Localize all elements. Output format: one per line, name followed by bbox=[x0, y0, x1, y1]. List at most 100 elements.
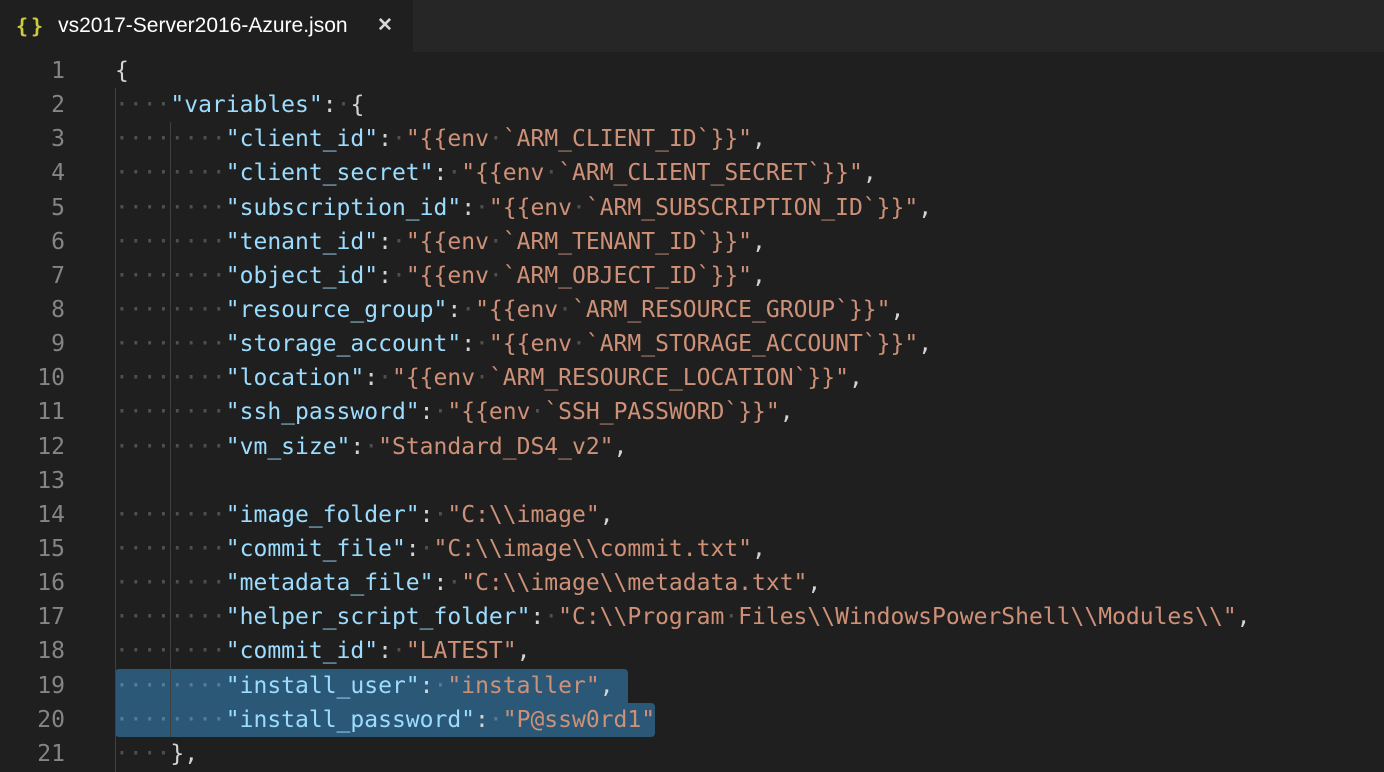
line-number[interactable]: 19 bbox=[0, 669, 65, 703]
whitespace-dots: · bbox=[544, 604, 558, 630]
whitespace-dots: · bbox=[447, 160, 461, 186]
editor[interactable]: 1{2····"variables":·{3········"client_id… bbox=[0, 52, 1384, 772]
json-file-icon: {} bbox=[16, 14, 46, 38]
code-line-text: ········"install_password":·"P@ssw0rd1" bbox=[115, 703, 655, 737]
code-line[interactable]: 17········"helper_script_folder":·"C:\\P… bbox=[0, 600, 1384, 634]
code-line[interactable]: 13 bbox=[0, 464, 1384, 498]
whitespace-dots: · bbox=[530, 399, 544, 425]
line-number[interactable]: 6 bbox=[0, 225, 65, 259]
code-line-text: ········"storage_account":·"{{env·`ARM_S… bbox=[115, 327, 932, 361]
code-line-text: ········"vm_size":·"Standard_DS4_v2", bbox=[115, 430, 627, 464]
line-number[interactable]: 17 bbox=[0, 600, 65, 634]
whitespace-dots: · bbox=[434, 399, 448, 425]
line-number[interactable]: 1 bbox=[0, 54, 65, 88]
code-line-text: ········"install_user":·"installer", bbox=[115, 669, 628, 703]
tab-bar: {} vs2017-Server2016-Azure.json ✕ bbox=[0, 0, 1384, 52]
whitespace-dots: · bbox=[475, 195, 489, 221]
tab-filename: vs2017-Server2016-Azure.json bbox=[58, 14, 365, 38]
line-number[interactable]: 9 bbox=[0, 327, 65, 361]
whitespace-dots: ···· bbox=[115, 92, 170, 118]
line-number[interactable]: 18 bbox=[0, 634, 65, 668]
line-number[interactable]: 14 bbox=[0, 498, 65, 532]
line-number[interactable]: 7 bbox=[0, 259, 65, 293]
code-line[interactable]: 3········"client_id":·"{{env·`ARM_CLIENT… bbox=[0, 122, 1384, 156]
line-number[interactable]: 10 bbox=[0, 361, 65, 395]
code-line-text: ········"client_secret":·"{{env·`ARM_CLI… bbox=[115, 156, 877, 190]
code-line[interactable]: 15 ········"commit_file":·"C:\\image\\com… bbox=[0, 532, 1384, 566]
indent-guide-level-2 bbox=[170, 122, 171, 737]
line-number[interactable]: 4 bbox=[0, 156, 65, 190]
line-number[interactable]: 8 bbox=[0, 293, 65, 327]
code-line[interactable]: 8 ········"resource_group":·"{{env·`ARM_R… bbox=[0, 293, 1384, 327]
code-line[interactable]: 18 ········"commit_id":·"LATEST", bbox=[0, 634, 1384, 668]
line-number[interactable]: 11 bbox=[0, 395, 65, 429]
code-line[interactable]: 16 ········"metadata_file":·"C:\\image\\m… bbox=[0, 566, 1384, 600]
whitespace-dots: · bbox=[572, 195, 586, 221]
code-line-text: ········"location":·"{{env·`ARM_RESOURCE… bbox=[115, 361, 863, 395]
code-line[interactable]: 11········"ssh_password":·"{{env·`SSH_PA… bbox=[0, 395, 1384, 429]
code-line-text: ········"resource_group":·"{{env·`ARM_RE… bbox=[115, 293, 904, 327]
line-number[interactable]: 13 bbox=[0, 464, 65, 498]
code-line[interactable]: 5········"subscription_id":·"{{env·`ARM_… bbox=[0, 191, 1384, 225]
line-number[interactable]: 20 bbox=[0, 703, 65, 737]
code-line[interactable]: 14 ········"image_folder":·"C:\\image", bbox=[0, 498, 1384, 532]
code-line[interactable]: 12 ········"vm_size":·"Standard_DS4_v2", bbox=[0, 430, 1384, 464]
whitespace-dots: · bbox=[392, 126, 406, 152]
whitespace-dots: · bbox=[392, 229, 406, 255]
line-number[interactable]: 12 bbox=[0, 430, 65, 464]
code-line[interactable]: 9········"storage_account":·"{{env·`ARM_… bbox=[0, 327, 1384, 361]
code-line[interactable]: 4········"client_secret":·"{{env·`ARM_CL… bbox=[0, 156, 1384, 190]
whitespace-dots: · bbox=[378, 365, 392, 391]
code-line-text: ········"ssh_password":·"{{env·`SSH_PASS… bbox=[115, 395, 794, 429]
tab-close-icon[interactable]: ✕ bbox=[371, 12, 399, 40]
code-line-text: ········"subscription_id":·"{{env·`ARM_S… bbox=[115, 191, 932, 225]
whitespace-dots: · bbox=[489, 263, 503, 289]
line-number[interactable]: 16 bbox=[0, 566, 65, 600]
code-line-text: ········"image_folder":·"C:\\image", bbox=[115, 498, 614, 532]
whitespace-dots: · bbox=[420, 536, 434, 562]
indent-guide-level-1 bbox=[115, 88, 116, 772]
line-number[interactable]: 15 bbox=[0, 532, 65, 566]
whitespace-dots: ···· bbox=[115, 741, 170, 767]
code-line[interactable]: 21 ····}, bbox=[0, 737, 1384, 771]
whitespace-dots: · bbox=[434, 502, 448, 528]
code-line-text: ········"tenant_id":·"{{env·`ARM_TENANT_… bbox=[115, 225, 766, 259]
line-number[interactable]: 5 bbox=[0, 191, 65, 225]
line-number[interactable]: 3 bbox=[0, 122, 65, 156]
code-line-text: { bbox=[115, 54, 129, 88]
code-line-text: ········"client_id":·"{{env·`ARM_CLIENT_… bbox=[115, 122, 766, 156]
whitespace-dots: · bbox=[392, 263, 406, 289]
code-line-text: ····"variables":·{ bbox=[115, 88, 364, 122]
code-line[interactable]: 7········"object_id":·"{{env·`ARM_OBJECT… bbox=[0, 259, 1384, 293]
whitespace-dots: · bbox=[724, 604, 738, 630]
tab-vs2017-server2016-azure-json[interactable]: {} vs2017-Server2016-Azure.json ✕ bbox=[0, 0, 413, 52]
line-number[interactable]: 21 bbox=[0, 737, 65, 771]
whitespace-dots: · bbox=[461, 297, 475, 323]
code-line-text: ········"commit_file":·"C:\\image\\commi… bbox=[115, 532, 766, 566]
code-line[interactable]: 1{ bbox=[0, 54, 1384, 88]
whitespace-dots: · bbox=[544, 160, 558, 186]
code-area: 1{2····"variables":·{3········"client_id… bbox=[0, 54, 1384, 771]
code-line-text: ········"commit_id":·"LATEST", bbox=[115, 634, 530, 668]
code-line[interactable]: 10········"location":·"{{env·`ARM_RESOUR… bbox=[0, 361, 1384, 395]
whitespace-dots: · bbox=[392, 638, 406, 664]
code-line[interactable]: 2 ····"variables":·{ bbox=[0, 88, 1384, 122]
code-line[interactable]: 19 ········"install_user":·"installer", bbox=[0, 669, 1384, 703]
whitespace-dots: · bbox=[572, 331, 586, 357]
code-line-text: ········"helper_script_folder":·"C:\\Pro… bbox=[115, 600, 1251, 634]
whitespace-dots: · bbox=[337, 92, 351, 118]
whitespace-dots: · bbox=[489, 707, 503, 733]
whitespace-dots: · bbox=[489, 126, 503, 152]
code-line-text: ····}, bbox=[115, 737, 198, 771]
whitespace-dots: · bbox=[475, 331, 489, 357]
whitespace-dots: · bbox=[434, 673, 448, 699]
whitespace-dots: · bbox=[364, 434, 378, 460]
code-line-text: ········"object_id":·"{{env·`ARM_OBJECT_… bbox=[115, 259, 766, 293]
whitespace-dots: · bbox=[447, 570, 461, 596]
whitespace-dots: · bbox=[475, 365, 489, 391]
whitespace-dots: · bbox=[489, 229, 503, 255]
code-line[interactable]: 20 ········"install_password":·"P@ssw0rd1… bbox=[0, 703, 1384, 737]
code-line-text: ········"metadata_file":·"C:\\image\\met… bbox=[115, 566, 821, 600]
code-line[interactable]: 6········"tenant_id":·"{{env·`ARM_TENANT… bbox=[0, 225, 1384, 259]
line-number[interactable]: 2 bbox=[0, 88, 65, 122]
